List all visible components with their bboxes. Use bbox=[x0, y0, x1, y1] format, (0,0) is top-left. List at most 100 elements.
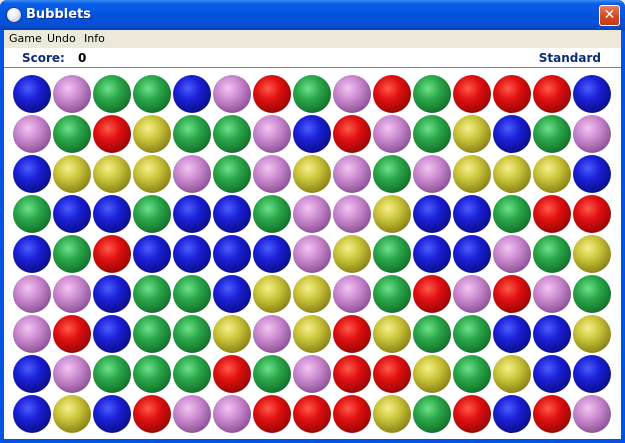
bubble-blue[interactable] bbox=[173, 195, 211, 233]
bubble-red[interactable] bbox=[493, 75, 531, 113]
bubble-blue[interactable] bbox=[133, 235, 171, 273]
bubble-yellow[interactable] bbox=[293, 315, 331, 353]
bubble-blue[interactable] bbox=[493, 315, 531, 353]
bubble-yellow[interactable] bbox=[213, 315, 251, 353]
bubble-green[interactable] bbox=[133, 275, 171, 313]
bubble-red[interactable] bbox=[333, 355, 371, 393]
bubble-green[interactable] bbox=[533, 235, 571, 273]
bubble-red[interactable] bbox=[493, 275, 531, 313]
bubble-blue[interactable] bbox=[493, 115, 531, 153]
bubble-green[interactable] bbox=[173, 275, 211, 313]
bubble-pink[interactable] bbox=[53, 355, 91, 393]
bubble-yellow[interactable] bbox=[53, 395, 91, 433]
bubble-red[interactable] bbox=[333, 115, 371, 153]
bubble-red[interactable] bbox=[573, 195, 611, 233]
bubble-green[interactable] bbox=[133, 75, 171, 113]
bubble-yellow[interactable] bbox=[373, 315, 411, 353]
bubble-green[interactable] bbox=[253, 355, 291, 393]
bubble-blue[interactable] bbox=[493, 395, 531, 433]
bubble-green[interactable] bbox=[53, 235, 91, 273]
bubble-red[interactable] bbox=[453, 395, 491, 433]
bubble-green[interactable] bbox=[373, 155, 411, 193]
bubble-red[interactable] bbox=[253, 75, 291, 113]
bubble-yellow[interactable] bbox=[373, 195, 411, 233]
bubble-red[interactable] bbox=[533, 195, 571, 233]
bubble-pink[interactable] bbox=[293, 355, 331, 393]
bubble-pink[interactable] bbox=[333, 275, 371, 313]
bubble-pink[interactable] bbox=[53, 75, 91, 113]
bubble-blue[interactable] bbox=[13, 395, 51, 433]
bubble-pink[interactable] bbox=[173, 155, 211, 193]
bubble-yellow[interactable] bbox=[573, 235, 611, 273]
bubble-pink[interactable] bbox=[213, 75, 251, 113]
bubble-pink[interactable] bbox=[253, 315, 291, 353]
bubble-yellow[interactable] bbox=[93, 155, 131, 193]
bubble-blue[interactable] bbox=[93, 315, 131, 353]
bubble-blue[interactable] bbox=[173, 75, 211, 113]
bubble-blue[interactable] bbox=[13, 355, 51, 393]
bubble-pink[interactable] bbox=[533, 275, 571, 313]
bubble-blue[interactable] bbox=[213, 235, 251, 273]
title-bar[interactable]: Bubblets ✕ bbox=[0, 0, 625, 30]
bubble-red[interactable] bbox=[453, 75, 491, 113]
bubble-yellow[interactable] bbox=[573, 315, 611, 353]
bubble-blue[interactable] bbox=[53, 195, 91, 233]
bubble-green[interactable] bbox=[413, 315, 451, 353]
bubble-green[interactable] bbox=[213, 115, 251, 153]
bubble-green[interactable] bbox=[133, 195, 171, 233]
bubble-blue[interactable] bbox=[573, 355, 611, 393]
bubble-red[interactable] bbox=[413, 275, 451, 313]
bubble-yellow[interactable] bbox=[253, 275, 291, 313]
bubble-yellow[interactable] bbox=[53, 155, 91, 193]
bubble-yellow[interactable] bbox=[293, 155, 331, 193]
bubble-pink[interactable] bbox=[453, 275, 491, 313]
bubble-pink[interactable] bbox=[53, 275, 91, 313]
bubble-yellow[interactable] bbox=[333, 235, 371, 273]
bubble-green[interactable] bbox=[453, 315, 491, 353]
bubble-blue[interactable] bbox=[533, 355, 571, 393]
bubble-blue[interactable] bbox=[93, 395, 131, 433]
bubble-green[interactable] bbox=[373, 275, 411, 313]
close-button[interactable]: ✕ bbox=[599, 5, 620, 26]
bubble-green[interactable] bbox=[293, 75, 331, 113]
bubble-yellow[interactable] bbox=[413, 355, 451, 393]
bubble-pink[interactable] bbox=[13, 115, 51, 153]
bubble-yellow[interactable] bbox=[133, 115, 171, 153]
bubble-red[interactable] bbox=[213, 355, 251, 393]
bubble-pink[interactable] bbox=[333, 155, 371, 193]
bubble-yellow[interactable] bbox=[493, 355, 531, 393]
bubble-blue[interactable] bbox=[13, 235, 51, 273]
bubble-yellow[interactable] bbox=[133, 155, 171, 193]
menu-info[interactable]: Info bbox=[84, 32, 105, 45]
bubble-pink[interactable] bbox=[253, 115, 291, 153]
menu-undo[interactable]: Undo bbox=[47, 32, 76, 45]
bubble-green[interactable] bbox=[413, 395, 451, 433]
bubble-red[interactable] bbox=[133, 395, 171, 433]
bubble-red[interactable] bbox=[333, 315, 371, 353]
bubble-green[interactable] bbox=[373, 235, 411, 273]
bubble-blue[interactable] bbox=[573, 155, 611, 193]
bubble-pink[interactable] bbox=[173, 395, 211, 433]
bubble-blue[interactable] bbox=[13, 75, 51, 113]
bubble-pink[interactable] bbox=[13, 315, 51, 353]
bubble-red[interactable] bbox=[293, 395, 331, 433]
menu-game[interactable]: Game bbox=[9, 32, 42, 45]
bubble-red[interactable] bbox=[373, 75, 411, 113]
bubble-green[interactable] bbox=[253, 195, 291, 233]
bubble-yellow[interactable] bbox=[493, 155, 531, 193]
bubble-pink[interactable] bbox=[573, 395, 611, 433]
bubble-blue[interactable] bbox=[213, 275, 251, 313]
bubble-green[interactable] bbox=[213, 155, 251, 193]
bubble-green[interactable] bbox=[493, 195, 531, 233]
bubble-blue[interactable] bbox=[213, 195, 251, 233]
bubble-red[interactable] bbox=[533, 75, 571, 113]
bubble-pink[interactable] bbox=[293, 195, 331, 233]
bubble-pink[interactable] bbox=[13, 275, 51, 313]
bubble-green[interactable] bbox=[133, 315, 171, 353]
bubble-yellow[interactable] bbox=[293, 275, 331, 313]
bubble-pink[interactable] bbox=[413, 155, 451, 193]
bubble-yellow[interactable] bbox=[373, 395, 411, 433]
bubble-blue[interactable] bbox=[93, 275, 131, 313]
bubble-green[interactable] bbox=[413, 115, 451, 153]
bubble-pink[interactable] bbox=[333, 75, 371, 113]
